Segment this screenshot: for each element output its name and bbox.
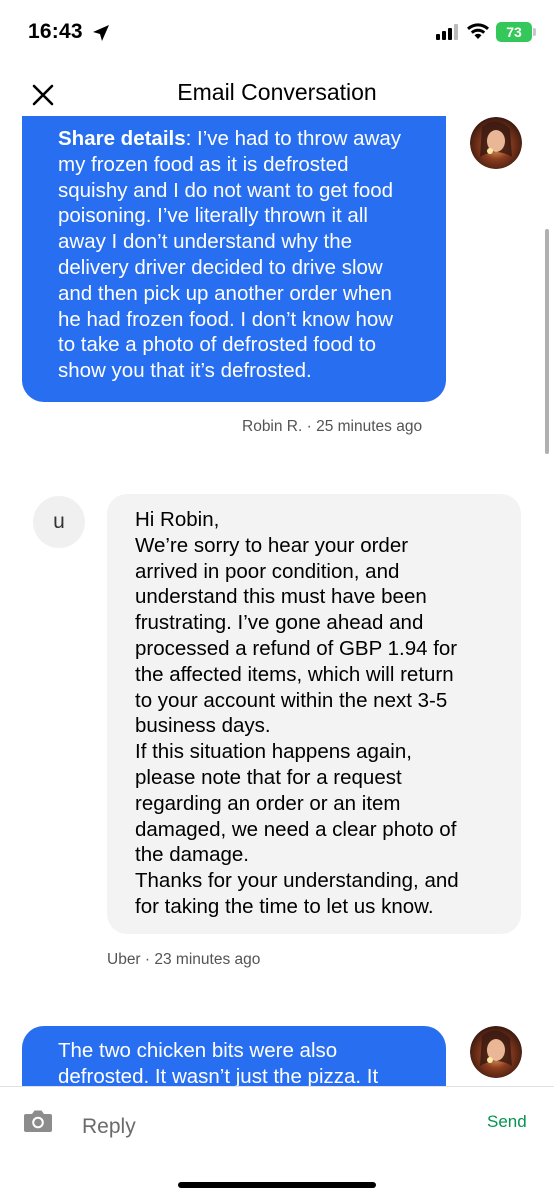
scrollbar[interactable]	[545, 229, 549, 454]
message-line: delivery driver decided to drive slow	[58, 255, 383, 279]
message-line: processed a refund of GBP 1.94 for	[135, 636, 458, 660]
message-line: understand this must have been	[135, 585, 427, 609]
camera-icon[interactable]	[23, 1108, 53, 1134]
message-meta: Robin R. · 25 minutes ago	[242, 418, 423, 435]
incoming-message: Hi Robin, We’re sorry to hear your order…	[107, 494, 521, 934]
message-line: to take a photo of defrosted food to	[58, 333, 376, 357]
app-header: Email Conversation	[0, 66, 554, 122]
wifi-icon	[467, 23, 489, 39]
message-line: defrosted. It wasn’t just the pizza. It	[58, 1064, 379, 1086]
signal-icon	[436, 24, 458, 40]
message-line: We’re sorry to hear your order	[135, 533, 409, 557]
message-line: my frozen food as it is defrosted	[58, 152, 349, 176]
message-line: regarding an order or an item	[135, 791, 401, 815]
user-avatar	[470, 117, 522, 169]
message-line: he had frozen food. I don’t know how	[58, 307, 394, 331]
message-line: away I don’t understand why the	[58, 230, 353, 254]
message-line: arrived in poor condition, and	[135, 559, 400, 583]
message-thread[interactable]: Share details: I’ve had to throw away my…	[0, 116, 554, 1086]
message-meta: Uber · 23 minutes ago	[107, 951, 261, 968]
message-line: show you that it’s defrosted.	[58, 359, 312, 383]
message-line: Thanks for your understanding, and	[135, 869, 459, 893]
page-title: Email Conversation	[177, 79, 377, 105]
message-line: the affected items, which will return	[135, 662, 454, 686]
message-line: frustrating. I’ve gone ahead and	[135, 611, 424, 635]
message-line: Hi Robin,	[135, 508, 220, 531]
status-time: 16:43	[28, 20, 83, 43]
message-line: business days.	[135, 714, 271, 738]
message-line: squishy and I do not want to get food	[58, 178, 394, 202]
message-line: for taking the time to let us know.	[135, 894, 434, 918]
battery-icon: 73	[496, 22, 536, 42]
reply-input[interactable]: Reply	[82, 1115, 136, 1139]
message-line: to your account within the next 3-5	[135, 688, 448, 712]
uber-avatar: u	[33, 496, 85, 548]
user-avatar	[470, 1026, 522, 1078]
message-line: If this situation happens again,	[135, 740, 412, 764]
message-line: Share details: I’ve had to throw away	[58, 127, 401, 150]
message-line: poisoning. I’ve literally thrown it all	[58, 204, 368, 228]
status-bar: 16:43 73	[0, 0, 554, 66]
outgoing-message: Share details: I’ve had to throw away my…	[22, 116, 446, 402]
location-arrow-icon	[93, 25, 109, 41]
send-button[interactable]: Send	[487, 1112, 527, 1132]
message-line: damaged, we need a clear photo of	[135, 817, 457, 841]
message-line: the damage.	[135, 843, 249, 867]
message-line: The two chicken bits were also	[58, 1039, 338, 1062]
message-line: please note that for a request	[135, 765, 402, 789]
message-label: Share details	[58, 127, 186, 150]
home-indicator[interactable]	[178, 1182, 376, 1188]
outgoing-message: The two chicken bits were also defrosted…	[22, 1026, 446, 1086]
message-line: and then pick up another order when	[58, 281, 392, 305]
